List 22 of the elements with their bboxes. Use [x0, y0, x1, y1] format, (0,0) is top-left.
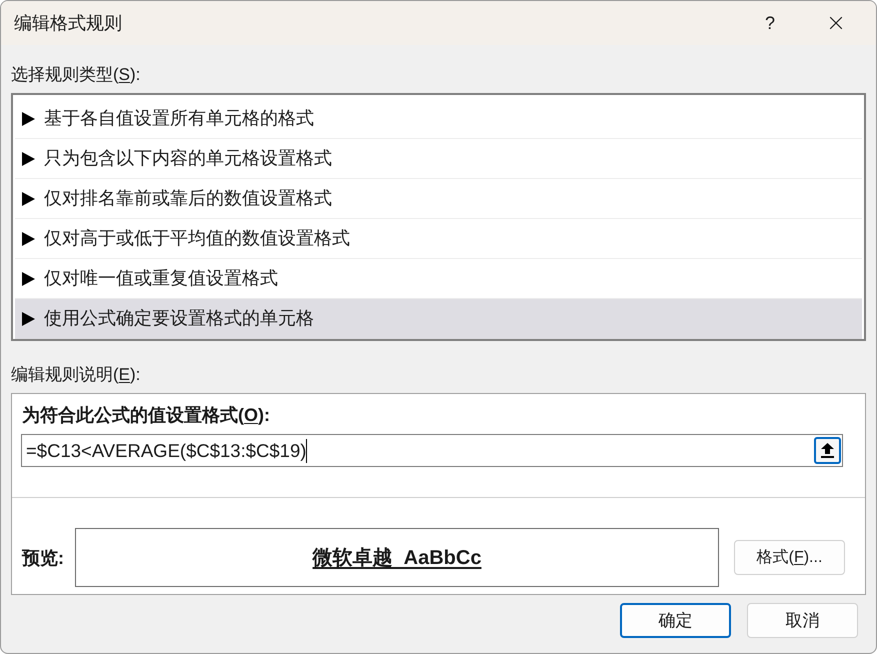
- triangle-right-icon: [22, 232, 35, 246]
- arrow-up-bar-icon: [821, 443, 834, 458]
- rule-description-label: 编辑规则说明(E):: [11, 365, 140, 385]
- format-button[interactable]: 格式(F)...: [734, 540, 845, 575]
- formula-input-field[interactable]: =$C13<AVERAGE($C$13:$C$19): [21, 434, 843, 467]
- window-title: 编辑格式规则: [14, 12, 122, 34]
- text-cursor-icon: [306, 438, 308, 462]
- formula-text: =$C13<AVERAGE($C$13:$C$19): [26, 438, 306, 462]
- triangle-right-icon: [22, 112, 35, 126]
- cancel-button[interactable]: 取消: [747, 603, 858, 638]
- preview-label: 预览:: [22, 548, 64, 568]
- rule-type-label: 选择规则类型(S):: [11, 65, 140, 85]
- triangle-right-icon: [22, 152, 35, 166]
- triangle-right-icon: [22, 192, 35, 206]
- formula-label: 为符合此公式的值设置格式(O):: [22, 405, 270, 425]
- triangle-right-icon: [22, 312, 35, 326]
- ok-button[interactable]: 确定: [620, 603, 731, 638]
- collapse-dialog-button[interactable]: [814, 437, 841, 464]
- preview-sample-text: 微软卓越 AaBbCc: [312, 546, 482, 570]
- rule-type-item[interactable]: 使用公式确定要设置格式的单元格: [15, 299, 862, 339]
- help-button[interactable]: ?: [747, 1, 793, 45]
- triangle-right-icon: [22, 272, 35, 286]
